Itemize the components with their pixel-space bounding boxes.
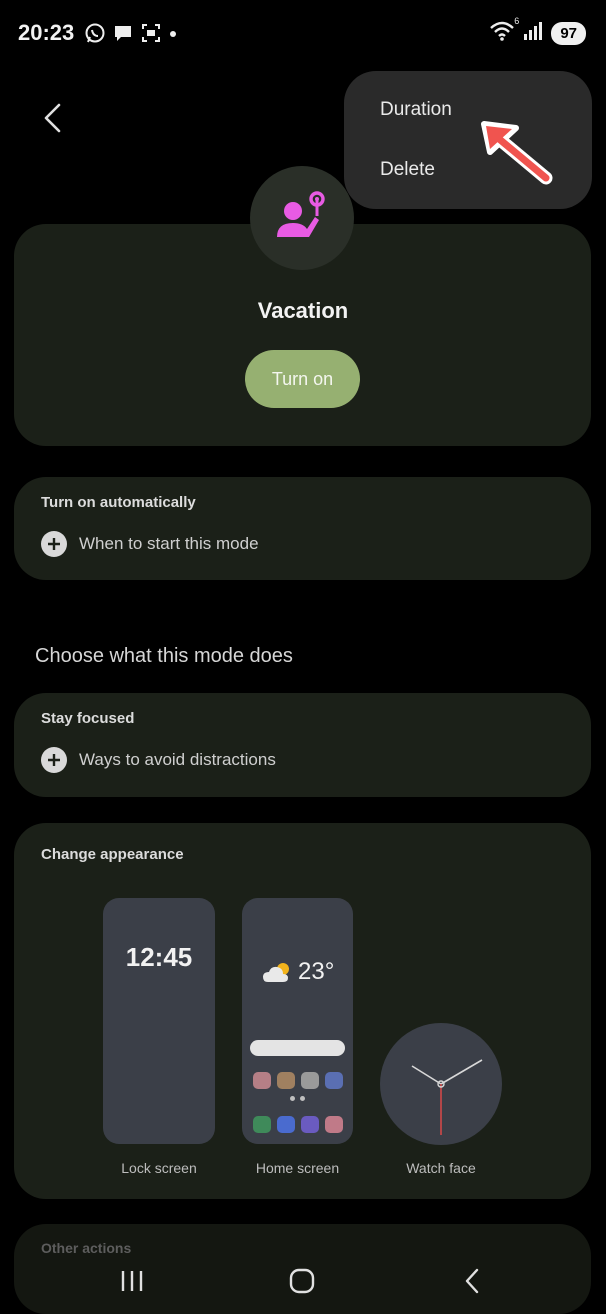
watch-face-label: Watch face — [406, 1160, 476, 1176]
app-icon — [301, 1116, 319, 1133]
focus-card: Stay focused Ways to avoid distractions — [14, 693, 591, 797]
focus-row[interactable]: Ways to avoid distractions — [41, 747, 276, 773]
app-icon — [277, 1116, 295, 1133]
search-bar — [250, 1040, 345, 1056]
partly-cloudy-icon — [263, 963, 289, 982]
appearance-heading: Change appearance — [41, 846, 184, 863]
focus-row-label: Ways to avoid distractions — [79, 750, 276, 769]
app-icon — [325, 1116, 343, 1133]
lock-screen-label: Lock screen — [121, 1160, 197, 1176]
turn-on-button[interactable]: Turn on — [245, 350, 360, 408]
annotation-arrow-icon — [481, 121, 553, 185]
app-icon — [325, 1072, 343, 1089]
screenshot-icon — [140, 22, 162, 49]
section-title: Choose what this mode does — [35, 645, 293, 667]
mode-title: Vacation — [257, 298, 349, 323]
chevron-left-icon — [44, 103, 61, 133]
auto-row-label: When to start this mode — [79, 534, 259, 553]
notification-icons — [84, 22, 178, 49]
navigation-bar — [0, 1250, 606, 1314]
wifi-icon: 6 — [489, 16, 519, 47]
page-indicator — [290, 1096, 305, 1101]
home-temp: 23° — [298, 958, 335, 985]
whatsapp-icon — [84, 22, 106, 49]
mode-icon — [250, 166, 354, 270]
recents-icon — [121, 1271, 143, 1291]
app-icon — [253, 1116, 271, 1133]
auto-card: Turn on automatically When to start this… — [14, 477, 591, 580]
back-button[interactable] — [34, 100, 70, 136]
person-with-lollipop-icon — [277, 191, 325, 237]
home-icon — [289, 1268, 315, 1294]
battery-icon: 97 — [551, 22, 586, 45]
focus-heading: Stay focused — [41, 710, 135, 727]
app-icon — [253, 1072, 271, 1089]
home-button[interactable] — [282, 1264, 322, 1298]
back-icon — [465, 1268, 479, 1294]
plus-icon — [41, 531, 67, 557]
signal-icon — [523, 20, 543, 47]
lock-screen-preview[interactable]: 12:45 — [103, 898, 215, 1144]
menu-item-duration[interactable]: Duration — [380, 99, 452, 121]
recents-button[interactable] — [112, 1264, 152, 1298]
chat-bubble-icon — [112, 22, 134, 49]
app-icon — [277, 1072, 295, 1089]
plus-icon — [41, 747, 67, 773]
home-screen-label: Home screen — [255, 1160, 340, 1176]
home-screen-preview[interactable]: 23° — [242, 898, 353, 1144]
watch-hands-icon — [411, 1059, 483, 1135]
auto-row[interactable]: When to start this mode — [41, 531, 259, 557]
home-weather: 23° — [262, 958, 334, 986]
status-bar: 20:23 6 97 — [0, 0, 606, 70]
status-time: 20:23 — [18, 20, 75, 45]
lock-time: 12:45 — [125, 942, 193, 972]
menu-item-delete[interactable]: Delete — [380, 159, 435, 181]
wifi-badge: 6 — [514, 16, 520, 26]
nav-back-button[interactable] — [452, 1264, 492, 1298]
watch-face-preview[interactable] — [380, 1023, 502, 1145]
app-icon — [301, 1072, 319, 1089]
auto-heading: Turn on automatically — [41, 494, 196, 511]
system-icons: 6 97 — [489, 16, 586, 47]
dot-icon — [168, 22, 178, 49]
